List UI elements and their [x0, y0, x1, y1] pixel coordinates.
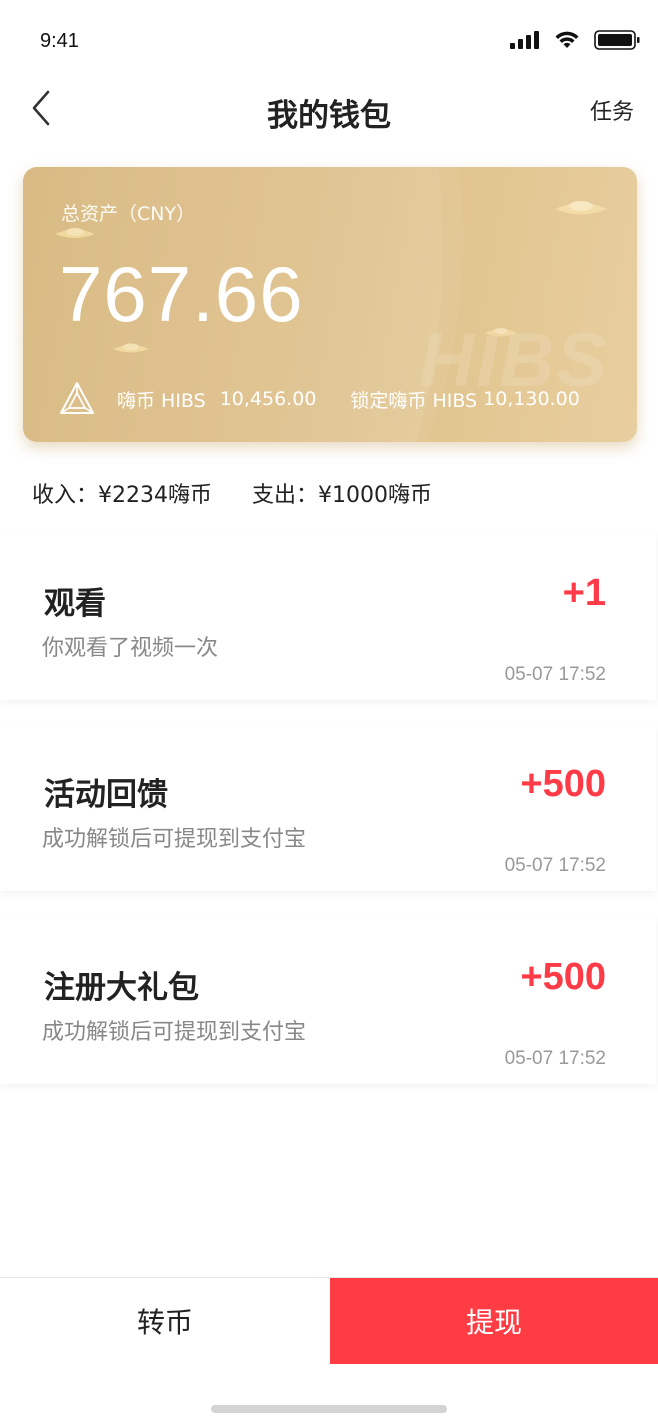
locked-hibs-label: 锁定嗨币 HIBS	[350, 389, 478, 412]
status-time: 9:41	[40, 30, 79, 52]
home-indicator[interactable]	[211, 1405, 447, 1413]
transaction-time: 05-07 17:52	[504, 855, 606, 876]
locked-hibs-value: 10,130.00	[483, 388, 580, 410]
hibs-balance-label: 嗨币 HIBS	[117, 389, 206, 412]
transaction-title: 注册大礼包	[44, 970, 199, 1006]
status-icons	[510, 30, 640, 50]
expense-summary: 支出：¥1000嗨币	[252, 483, 432, 508]
transaction-amount: +500	[520, 956, 606, 998]
page-title: 我的钱包	[267, 98, 391, 134]
list-item[interactable]: 活动回馈 成功解锁后可提现到支付宝 +500 05-07 17:52	[0, 725, 656, 891]
task-link[interactable]: 任务	[590, 94, 634, 126]
cellular-signal-icon	[510, 31, 539, 49]
transfer-button[interactable]: 转币	[0, 1278, 330, 1364]
total-assets-value: 767.66	[59, 250, 304, 338]
gold-ingot-icon	[113, 343, 149, 353]
list-item[interactable]: 注册大礼包 成功解锁后可提现到支付宝 +500 05-07 17:52	[0, 918, 656, 1084]
hibs-balance-value: 10,456.00	[219, 388, 317, 410]
card-balances: 嗨币 HIBS 10,456.00 锁定嗨币 HIBS 10,130.00	[59, 379, 607, 419]
wifi-icon	[555, 31, 579, 48]
transaction-description: 你观看了视频一次	[42, 636, 219, 661]
withdraw-button[interactable]: 提现	[330, 1278, 658, 1364]
gold-ingot-icon	[485, 328, 517, 337]
transaction-description: 成功解锁后可提现到支付宝	[42, 1020, 307, 1045]
bottom-action-bar: 转币 提现	[0, 1277, 658, 1364]
wallet-card: HIBS 总资产（CNY） 767.66 嗨币 HIBS 10,456.00 锁…	[23, 167, 637, 442]
battery-icon	[594, 30, 640, 50]
income-expense-summary: 收入：¥2234嗨币 支出：¥1000嗨币	[32, 477, 432, 509]
transaction-amount: +1	[562, 572, 606, 614]
transaction-title: 活动回馈	[44, 777, 168, 813]
transaction-title: 观看	[44, 586, 106, 622]
status-bar: 9:41	[0, 0, 658, 88]
transaction-time: 05-07 17:52	[504, 664, 606, 685]
nav-bar: 我的钱包 任务	[0, 80, 658, 140]
hibs-logo-icon	[60, 382, 94, 414]
transaction-amount: +500	[520, 763, 606, 805]
hibs-balance: 嗨币 HIBS 10,456.00	[117, 386, 316, 413]
locked-hibs-balance: 锁定嗨币 HIBS 10,130.00	[350, 386, 579, 413]
list-item[interactable]: 观看 你观看了视频一次 +1 05-07 17:52	[0, 534, 656, 700]
income-summary: 收入：¥2234嗨币	[32, 483, 212, 508]
gold-ingot-icon	[555, 201, 607, 215]
total-assets-label: 总资产（CNY）	[61, 203, 196, 225]
transaction-description: 成功解锁后可提现到支付宝	[42, 827, 307, 852]
gold-ingot-icon	[55, 228, 95, 238]
transaction-time: 05-07 17:52	[504, 1048, 606, 1069]
